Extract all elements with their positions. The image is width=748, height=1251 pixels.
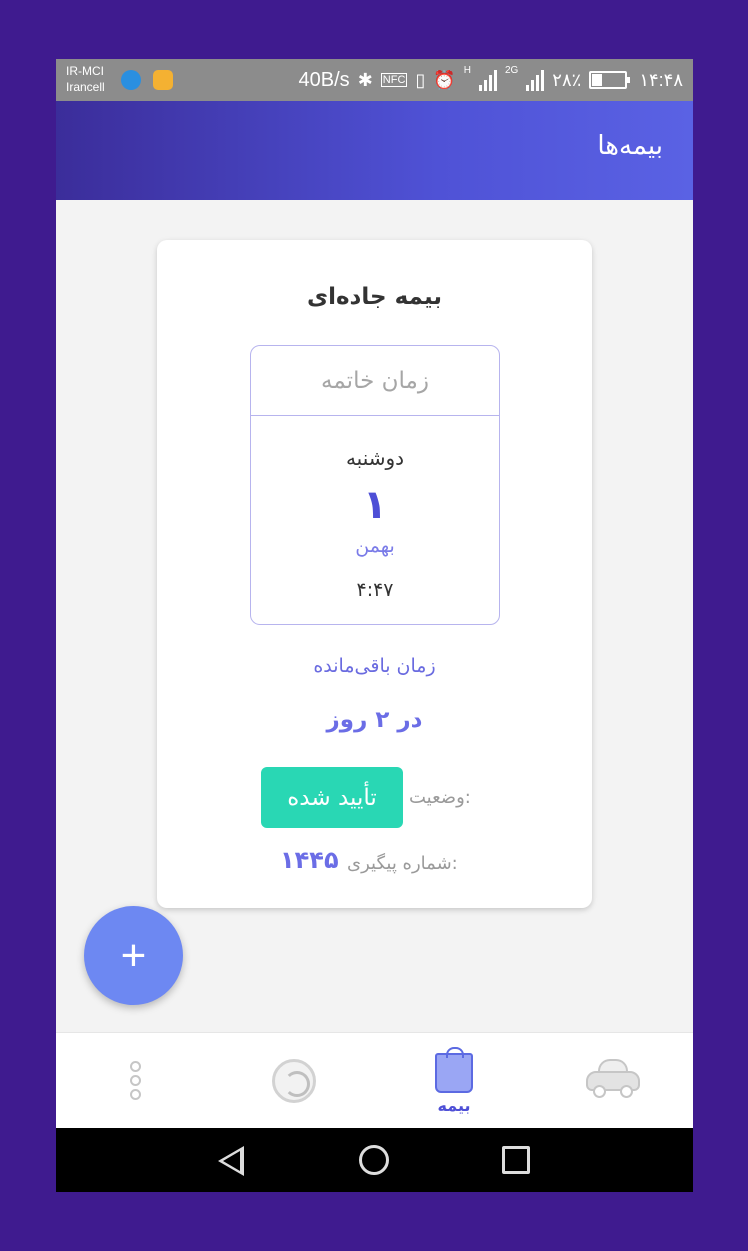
clock: ۱۴:۴۸: [639, 69, 683, 90]
tracking-number-label: شماره پیگیری:: [347, 853, 458, 874]
bluetooth-icon: ✱: [357, 69, 373, 90]
nav-insurance[interactable]: بیمه: [424, 1033, 484, 1129]
status-badge: تأیید شده: [261, 767, 403, 828]
bottom-navigation: بیمه: [56, 1032, 693, 1128]
carrier-2: Irancell: [66, 80, 105, 94]
expiry-month: بهمن: [355, 535, 395, 557]
home-icon[interactable]: [359, 1145, 389, 1175]
add-insurance-button[interactable]: +: [84, 906, 183, 1005]
back-icon[interactable]: [218, 1146, 244, 1176]
remaining-time-label: زمان باقی‌مانده: [313, 655, 436, 677]
vibrate-icon: ▯: [415, 69, 426, 90]
signal-1-icon: [478, 69, 497, 91]
expiry-day: ۱: [362, 482, 388, 528]
alarm-icon: ⏰: [433, 69, 456, 90]
system-navigation-bar: [56, 1128, 693, 1192]
carrier-1: IR-MCI: [66, 64, 104, 78]
battery-icon: [589, 71, 631, 89]
lock-notification-icon: [153, 70, 173, 90]
nav-history[interactable]: [269, 1033, 319, 1129]
nfc-icon: NFC: [380, 73, 408, 87]
expiry-date-box: زمان خاتمه دوشنبه ۱ بهمن ۴:۴۷: [250, 345, 500, 625]
app-bar: بیمه‌ها: [56, 101, 693, 200]
expiry-time: ۴:۴۷: [356, 579, 394, 601]
status-bar: IR-MCI Irancell 40B/s ✱ NFC ▯ ⏰ H 2G ۲۸٪…: [56, 59, 693, 101]
nav-car[interactable]: [584, 1033, 642, 1129]
page-title: بیمه‌ها: [597, 131, 663, 161]
insurance-title: بیمه جاده‌ای: [307, 284, 442, 310]
phone-screen: IR-MCI Irancell 40B/s ✱ NFC ▯ ⏰ H 2G ۲۸٪…: [56, 59, 693, 1192]
recent-apps-icon[interactable]: [502, 1146, 530, 1174]
history-icon: [272, 1059, 316, 1103]
nav-insurance-label: بیمه: [437, 1096, 471, 1115]
insurance-bag-icon: [435, 1047, 473, 1093]
tracking-number-value: ۱۴۴۵: [280, 846, 339, 874]
signal-2-icon: [526, 69, 545, 91]
battery-percent: ۲۸٪: [552, 69, 582, 90]
expiry-header: زمان خاتمه: [251, 346, 499, 416]
status-label: وضعیت:: [409, 787, 471, 808]
plus-icon: +: [120, 930, 147, 980]
insurance-card[interactable]: بیمه جاده‌ای زمان خاتمه دوشنبه ۱ بهمن ۴:…: [157, 240, 592, 908]
net-speed: 40B/s: [298, 68, 350, 91]
expiry-weekday: دوشنبه: [345, 446, 405, 470]
carrier-names: IR-MCI Irancell: [66, 63, 105, 95]
message-notification-icon: [121, 70, 141, 90]
nav-more[interactable]: [118, 1033, 153, 1129]
remaining-time-value: در ۲ روز: [326, 707, 423, 733]
network-type-h: H: [463, 65, 471, 76]
status-icons: 40B/s ✱ NFC ▯ ⏰ H 2G ۲۸٪ ۱۴:۴۸: [299, 59, 683, 101]
network-type-2g: 2G: [504, 65, 519, 76]
